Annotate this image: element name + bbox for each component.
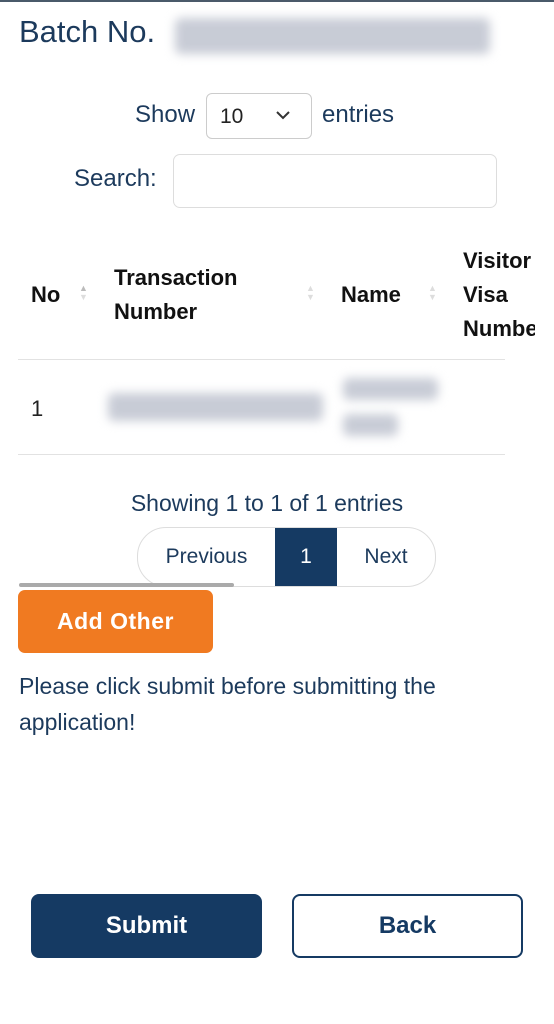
row-divider [18, 454, 505, 455]
show-label: Show [135, 101, 196, 128]
column-header-name[interactable]: Name [341, 278, 401, 312]
search-label: Search: [74, 165, 157, 192]
pagination: Previous 1 Next [137, 527, 436, 587]
header-divider [18, 359, 505, 360]
back-button[interactable]: Back [292, 894, 523, 958]
submit-button[interactable]: Submit [31, 894, 262, 958]
column-header-visitor-visa-number[interactable]: Visitor Visa Number [463, 244, 535, 346]
table-info: Showing 1 to 1 of 1 entries [130, 490, 404, 516]
column-header-no[interactable]: No [31, 278, 60, 312]
add-other-button[interactable]: Add Other [18, 590, 213, 653]
previous-page-button[interactable]: Previous [138, 528, 275, 586]
name-redacted [343, 378, 438, 400]
search-input[interactable] [173, 154, 497, 208]
page-title: Batch No. [19, 14, 156, 49]
sort-icon[interactable]: ▲ ▼ [428, 284, 437, 302]
column-header-visa-clip: Visitor Visa Number [463, 244, 535, 354]
top-border [0, 0, 554, 2]
column-header-transaction-number[interactable]: Transaction Number [114, 261, 274, 329]
next-page-button[interactable]: Next [337, 528, 435, 586]
batch-number-redacted [175, 18, 490, 54]
row-no: 1 [31, 396, 44, 421]
submit-note: Please click submit before submitting th… [19, 673, 436, 735]
horizontal-scrollbar[interactable] [19, 583, 234, 587]
entries-label: entries [322, 101, 395, 128]
chevron-down-icon [276, 111, 290, 120]
page-1-button[interactable]: 1 [275, 528, 337, 586]
entries-select-value: 10 [220, 105, 244, 128]
transaction-number-redacted [108, 393, 323, 421]
sort-icon[interactable]: ▲ ▼ [79, 284, 88, 302]
sort-icon[interactable]: ▲ ▼ [306, 284, 315, 302]
name-redacted [343, 414, 398, 436]
entries-select[interactable]: 10 [206, 93, 312, 139]
